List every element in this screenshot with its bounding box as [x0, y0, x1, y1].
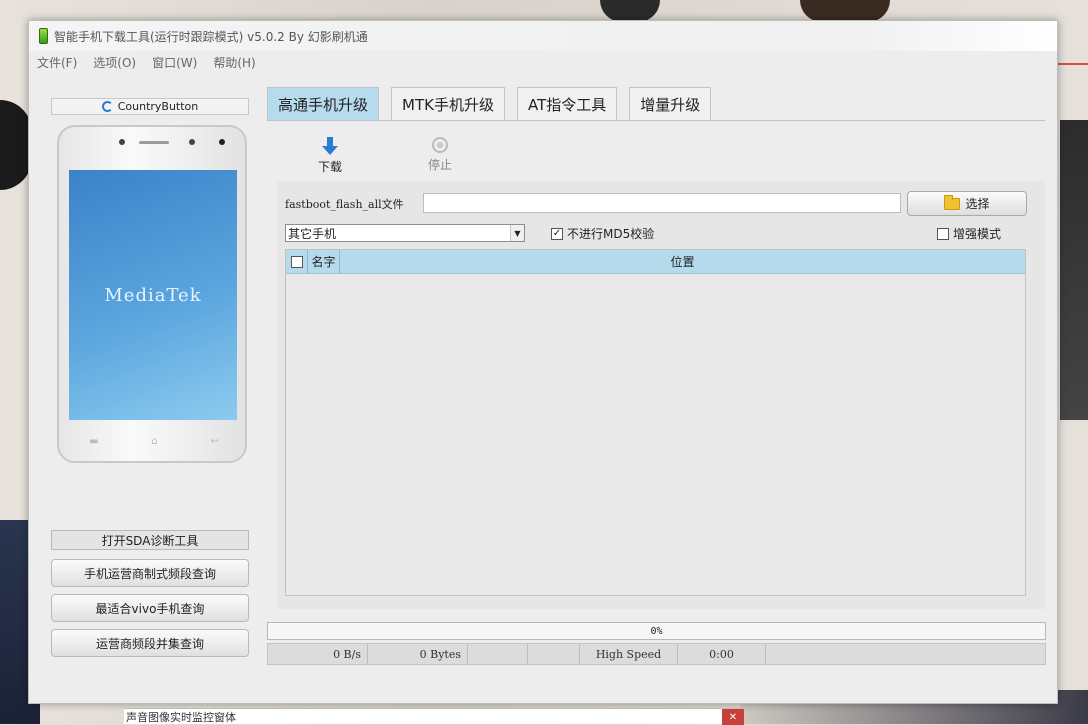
background-figure — [1060, 120, 1088, 420]
tab-qualcomm-upgrade[interactable]: 高通手机升级 — [267, 87, 380, 120]
title-bar[interactable]: 智能手机下载工具(运行时跟踪模式) v5.0.2 By 幻影刷机通 — [29, 21, 1057, 51]
background-figure — [600, 0, 660, 22]
stop-button[interactable]: 停止 — [428, 137, 452, 173]
file-label: fastboot_flash_all文件 — [285, 198, 404, 211]
menu-window[interactable]: 窗口(W) — [152, 54, 197, 71]
enhanced-mode-checkbox[interactable]: 增强模式 — [937, 225, 1001, 242]
stop-label: 停止 — [428, 158, 453, 172]
menu-file[interactable]: 文件(F) — [37, 54, 77, 71]
checkbox-unchecked-icon — [937, 227, 949, 240]
phone-camera-icon — [219, 139, 225, 145]
status-bar: 0 B/s 0 Bytes High Speed 0:00 — [267, 643, 1046, 665]
phone-image: MediaTek ▬ ⌂ ↩ — [57, 125, 247, 463]
background-figure — [800, 0, 890, 22]
stop-icon — [432, 137, 448, 153]
phone-type-value: 其它手机 — [288, 226, 337, 241]
checkbox-unchecked-icon — [290, 255, 303, 268]
md5-label: 不进行MD5校验 — [567, 227, 655, 241]
phone-screen: MediaTek — [69, 170, 237, 420]
checkbox-checked-icon: ✓ — [551, 227, 563, 240]
back-key-icon: ↩ — [210, 436, 219, 447]
chevron-down-icon: ▼ — [510, 225, 524, 241]
progress-bar: 0% — [267, 622, 1046, 640]
table-header: 名字 位置 — [286, 250, 1025, 274]
app-icon — [39, 28, 48, 44]
file-table: 名字 位置 — [285, 249, 1026, 596]
menu-key-icon: ▬ — [89, 436, 99, 447]
phone-screen-text: MediaTek — [104, 284, 202, 306]
choose-label: 选择 — [965, 197, 990, 211]
download-icon — [322, 137, 338, 155]
status-mode: High Speed — [580, 644, 678, 664]
monitor-window-title: 声音图像实时监控窗体 — [126, 710, 236, 724]
progress-text: 0% — [650, 625, 663, 637]
status-cell — [766, 644, 1045, 664]
main-window: 智能手机下载工具(运行时跟踪模式) v5.0.2 By 幻影刷机通 文件(F) … — [28, 20, 1058, 704]
phone-sensor-icon — [119, 139, 125, 145]
md5-checkbox[interactable]: ✓ 不进行MD5校验 — [551, 225, 654, 242]
home-key-icon: ⌂ — [151, 436, 158, 447]
status-cell — [468, 644, 528, 664]
tab-at-command[interactable]: AT指令工具 — [516, 87, 618, 120]
menu-bar: 文件(F) 选项(O) 窗口(W) 帮助(H) — [29, 51, 1057, 73]
phone-sensor-icon — [189, 139, 195, 145]
phone-type-select[interactable]: 其它手机 ▼ — [285, 224, 525, 242]
menu-options[interactable]: 选项(O) — [93, 54, 136, 71]
download-button[interactable]: 下载 — [318, 137, 342, 175]
country-button[interactable]: CountryButton — [51, 98, 249, 115]
file-path-input[interactable] — [423, 193, 901, 213]
monitor-window-titlebar[interactable]: 声音图像实时监控窗体 ✕ — [124, 708, 744, 725]
enhanced-label: 增强模式 — [953, 227, 1002, 241]
download-label: 下载 — [318, 160, 343, 174]
select-all-checkbox[interactable] — [286, 250, 308, 273]
folder-icon — [944, 194, 961, 210]
band-union-query-button[interactable]: 运营商频段并集查询 — [51, 629, 249, 657]
phone-speaker — [139, 141, 169, 144]
sda-diagnostic-button[interactable]: 打开SDA诊断工具 — [51, 530, 249, 550]
tab-incremental-upgrade[interactable]: 增量升级 — [629, 87, 712, 120]
menu-help[interactable]: 帮助(H) — [213, 54, 255, 71]
close-icon[interactable]: ✕ — [722, 709, 744, 725]
choose-file-button[interactable]: 选择 — [907, 191, 1027, 216]
status-bytes: 0 Bytes — [368, 644, 468, 664]
column-name[interactable]: 名字 — [308, 250, 340, 273]
tab-bar: 高通手机升级 MTK手机升级 AT指令工具 增量升级 — [267, 87, 712, 120]
country-button-label: CountryButton — [117, 100, 199, 113]
carrier-band-query-button[interactable]: 手机运营商制式频段查询 — [51, 559, 249, 587]
status-cell — [528, 644, 580, 664]
status-speed: 0 B/s — [268, 644, 368, 664]
status-time: 0:00 — [678, 644, 766, 664]
window-title: 智能手机下载工具(运行时跟踪模式) v5.0.2 By 幻影刷机通 — [54, 29, 368, 44]
column-location[interactable]: 位置 — [340, 250, 1025, 273]
phone-keys: ▬ ⌂ ↩ — [89, 436, 219, 447]
refresh-icon — [101, 101, 113, 112]
tab-mtk-upgrade[interactable]: MTK手机升级 — [391, 87, 505, 120]
vivo-phone-query-button[interactable]: 最适合vivo手机查询 — [51, 594, 249, 622]
